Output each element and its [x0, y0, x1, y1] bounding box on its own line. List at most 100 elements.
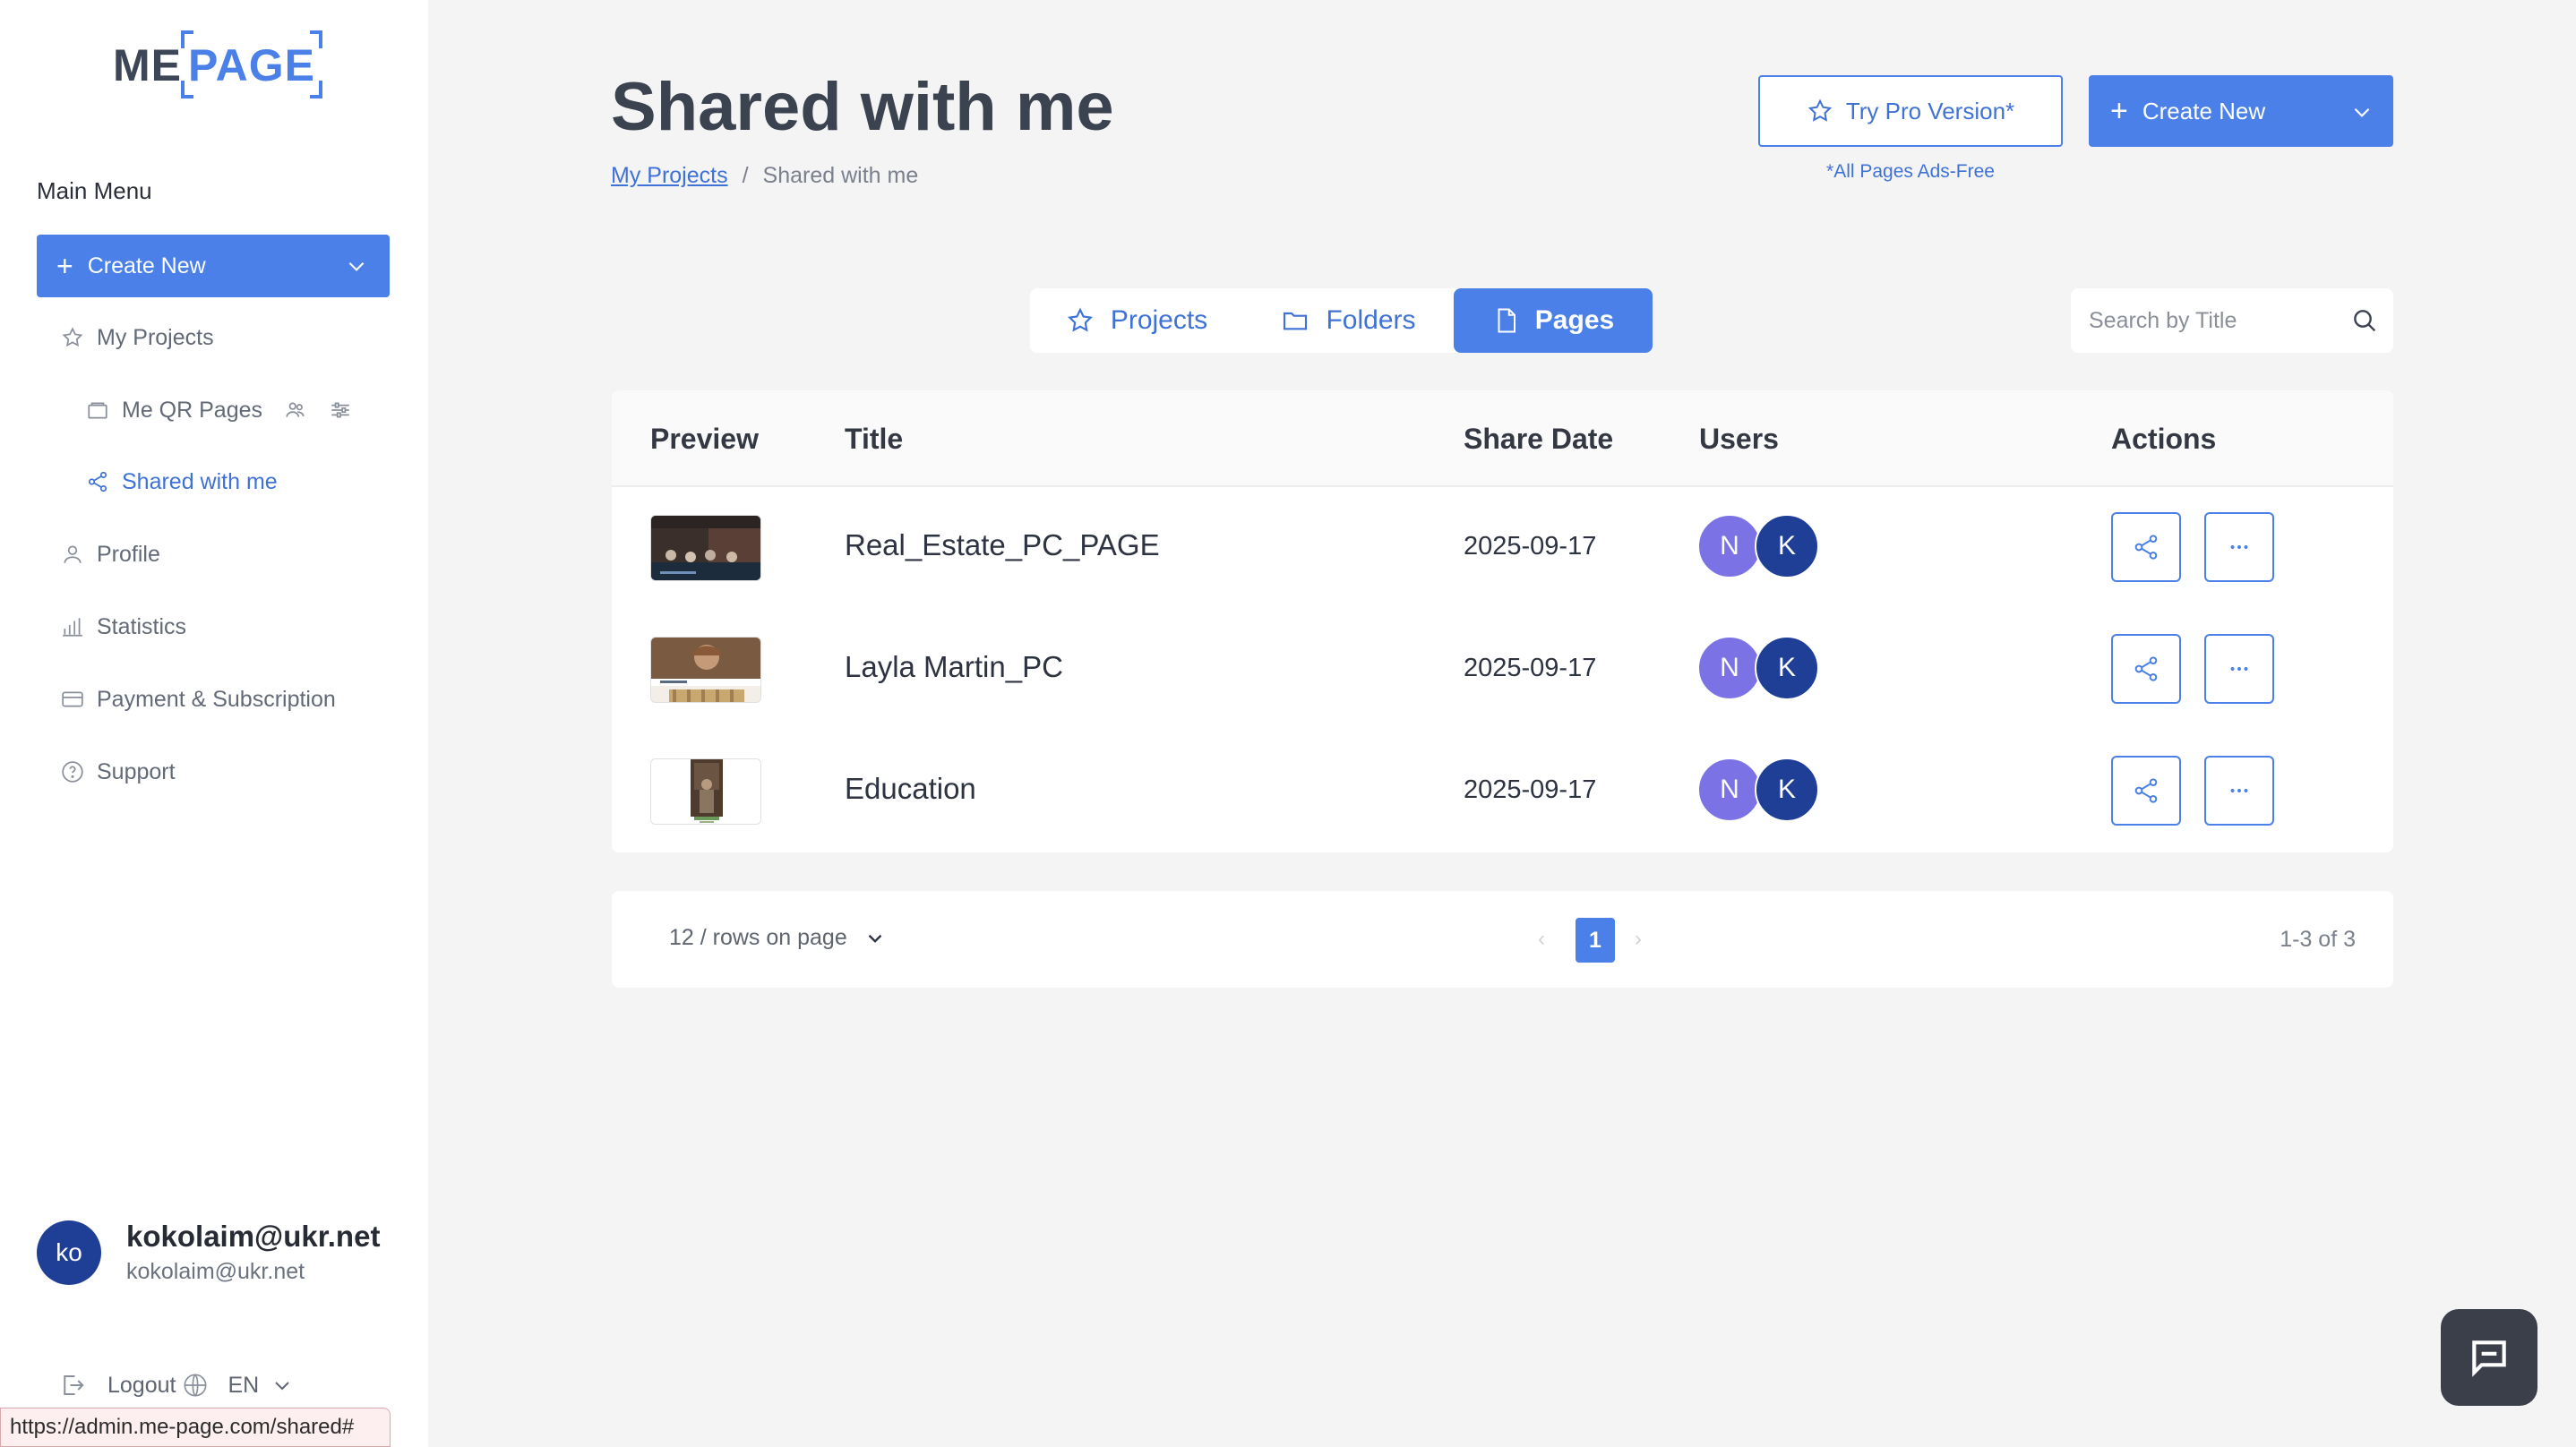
sidebar-item-statistics[interactable]: Statistics [59, 613, 186, 640]
previous-page-button[interactable]: ‹ [1538, 927, 1545, 952]
pagination-total: 1-3 of 3 [2280, 927, 2356, 952]
sidebar-item-label: Payment & Subscription [97, 686, 336, 712]
rows-per-page-select[interactable]: 12 / rows on page [669, 925, 887, 951]
logo-text-me: ME [113, 40, 182, 90]
create-new-button[interactable]: + Create New [2089, 75, 2393, 147]
folder-icon [1281, 306, 1309, 335]
pagination-bar: 12 / rows on page ‹ 1 › 1-3 of 3 [612, 891, 2393, 988]
search-box [2071, 288, 2393, 353]
sidebar-item-me-qr-pages[interactable]: Me QR Pages [84, 397, 365, 424]
sidebar-item-support[interactable]: Support [59, 758, 176, 785]
folder-icon [84, 397, 111, 424]
sidebar-item-payment[interactable]: Payment & Subscription [59, 686, 336, 713]
search-icon[interactable] [2350, 306, 2379, 335]
try-pro-button[interactable]: Try Pro Version* [1758, 75, 2063, 147]
page-number-button[interactable]: 1 [1576, 918, 1615, 963]
chevron-down-icon[interactable] [345, 254, 368, 278]
tab-label: Pages [1534, 305, 1615, 335]
column-header-title: Title [845, 423, 904, 455]
sidebar-item-label: Me QR Pages [122, 397, 263, 423]
more-actions-button[interactable] [2204, 634, 2274, 704]
share-button[interactable] [2111, 756, 2181, 826]
breadcrumb: My Projects / Shared with me [611, 163, 918, 189]
chat-icon [2467, 1335, 2512, 1380]
sidebar-create-new-button[interactable]: + Create New [37, 235, 390, 297]
share-date-cell: 2025-09-17 [1464, 532, 1597, 561]
logout-button[interactable]: Logout [107, 1373, 176, 1399]
status-bar-url: https://admin.me-page.com/shared# [0, 1408, 391, 1447]
user-email-secondary: kokolaim@ukr.net [126, 1259, 305, 1284]
share-date-cell: 2025-09-17 [1464, 654, 1597, 682]
file-icon [1492, 307, 1519, 334]
user-avatar[interactable]: N [1697, 758, 1762, 822]
page-preview-thumbnail[interactable] [650, 515, 761, 581]
team-icon[interactable] [282, 397, 309, 424]
column-header-share-date: Share Date [1464, 423, 1614, 455]
share-button[interactable] [2111, 634, 2181, 704]
star-icon [1807, 98, 1833, 124]
sidebar-footer: Logout EN [59, 1372, 293, 1399]
user-profile-summary[interactable]: ko kokolaim@ukr.net kokolaim@ukr.net [37, 1220, 380, 1285]
tab-pages[interactable]: Pages [1454, 288, 1653, 353]
sidebar-item-profile[interactable]: Profile [59, 541, 160, 568]
try-pro-label: Try Pro Version* [1845, 97, 2015, 124]
page-title-cell[interactable]: Real_Estate_PC_PAGE [845, 528, 1160, 562]
sidebar-create-new-label: Create New [87, 253, 206, 278]
logo[interactable]: ME PAGE [113, 29, 322, 100]
page-preview-thumbnail[interactable] [650, 758, 761, 825]
page-preview-thumbnail[interactable] [650, 637, 761, 703]
sidebar-item-label: My Projects [97, 324, 214, 350]
more-actions-button[interactable] [2204, 756, 2274, 826]
tab-folders[interactable]: Folders [1243, 288, 1454, 353]
column-header-users: Users [1699, 423, 1779, 455]
logout-icon[interactable] [59, 1372, 86, 1399]
logo-bracket-icon [310, 30, 322, 48]
plus-icon: + [2110, 94, 2128, 128]
sidebar-item-shared-with-me[interactable]: Shared with me [84, 468, 278, 495]
breadcrumb-link-my-projects[interactable]: My Projects [611, 163, 728, 189]
tab-projects[interactable]: Projects [1030, 288, 1243, 353]
share-icon [2132, 533, 2160, 561]
star-icon [59, 324, 86, 351]
search-input[interactable] [2089, 307, 2340, 334]
user-avatar[interactable]: K [1755, 514, 1819, 578]
user-avatar[interactable]: K [1755, 758, 1819, 822]
shared-pages-table: Preview Title Share Date Users Actions R… [612, 390, 2393, 852]
more-horizontal-icon [2226, 534, 2253, 561]
next-page-button[interactable]: › [1635, 927, 1642, 952]
share-icon [2132, 776, 2160, 805]
user-avatar[interactable]: N [1697, 636, 1762, 700]
rows-per-page-label: 12 / rows on page [669, 925, 847, 950]
chevron-down-icon[interactable] [2350, 100, 2374, 124]
chevron-down-icon [863, 927, 887, 950]
table-row: Education 2025-09-17 N K [612, 731, 2393, 852]
sidebar-item-my-projects[interactable]: My Projects [59, 324, 214, 351]
table-header: Preview Title Share Date Users Actions [612, 390, 2393, 487]
page-title: Shared with me [611, 69, 1114, 145]
sidebar: ME PAGE Main Menu + Create New My Projec… [0, 0, 428, 1447]
language-select[interactable]: EN [228, 1373, 259, 1399]
user-avatar[interactable]: N [1697, 514, 1762, 578]
user-avatar[interactable]: K [1755, 636, 1819, 700]
settings-sliders-icon[interactable] [327, 397, 354, 424]
more-actions-button[interactable] [2204, 512, 2274, 582]
sidebar-item-label: Statistics [97, 613, 187, 639]
breadcrumb-separator: / [742, 163, 749, 188]
globe-icon[interactable] [183, 1373, 208, 1398]
plus-icon: + [56, 250, 73, 282]
create-new-label: Create New [2142, 97, 2266, 124]
sidebar-item-label: Profile [97, 541, 160, 567]
chevron-down-icon[interactable] [271, 1374, 293, 1396]
table-row: Layla Martin_PC 2025-09-17 N K [612, 609, 2393, 731]
share-button[interactable] [2111, 512, 2181, 582]
user-icon [59, 541, 86, 568]
page-title-cell[interactable]: Education [845, 772, 976, 806]
user-email: kokolaim@ukr.net [126, 1220, 381, 1253]
share-date-cell: 2025-09-17 [1464, 775, 1597, 804]
logo-bracket-icon [181, 30, 193, 48]
page-title-cell[interactable]: Layla Martin_PC [845, 650, 1063, 684]
main-menu-heading: Main Menu [37, 177, 152, 204]
chat-widget-button[interactable] [2441, 1309, 2537, 1406]
help-circle-icon [59, 758, 86, 785]
star-icon [1066, 306, 1095, 335]
